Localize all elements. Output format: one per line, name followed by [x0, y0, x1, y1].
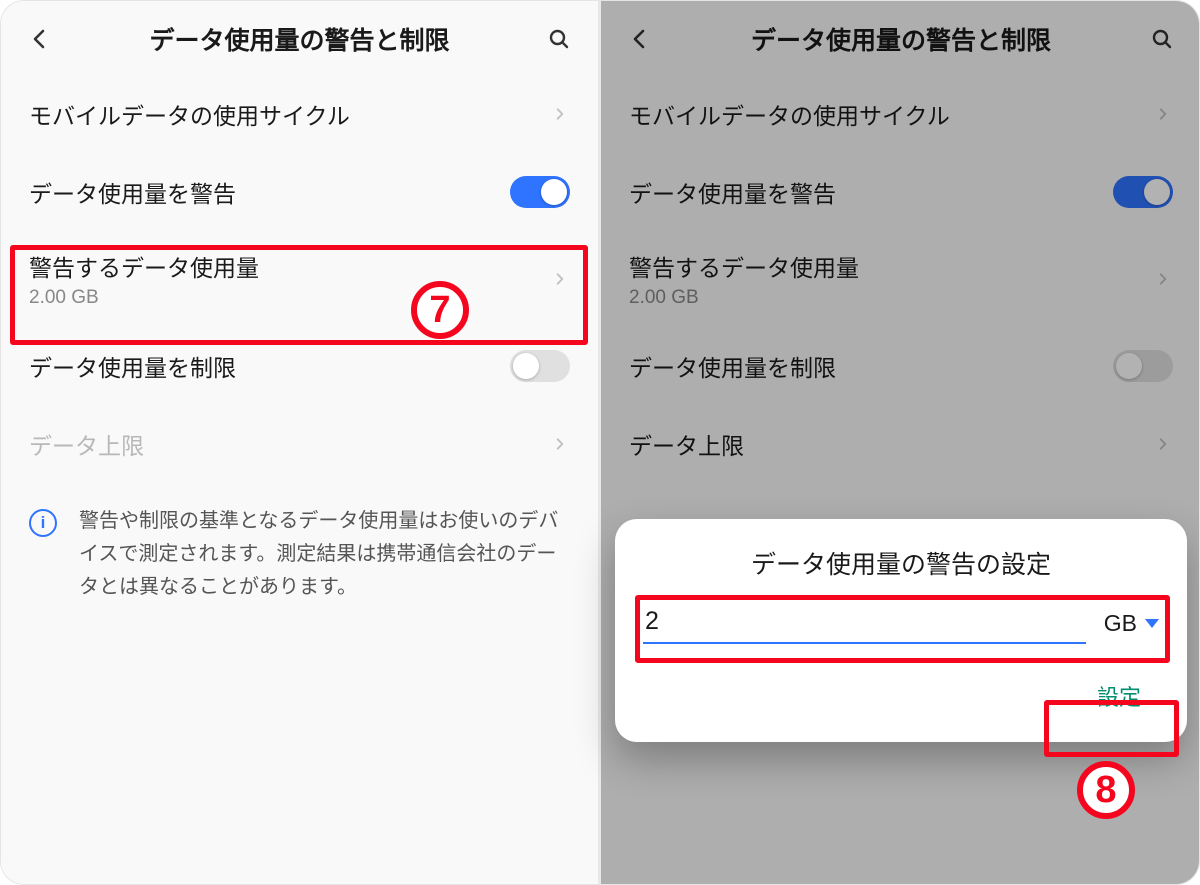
highlight-box-7 [10, 245, 588, 345]
search-icon[interactable] [542, 22, 576, 56]
dialog-title: データ使用量の警告の設定 [643, 545, 1159, 581]
row-label: モバイルデータの使用サイクル [29, 97, 550, 131]
highlight-box-set-button [1044, 700, 1179, 757]
toggle-warn[interactable] [510, 176, 570, 208]
callout-circle-8: 8 [1077, 761, 1135, 819]
chevron-right-icon [550, 434, 570, 454]
row-data-cycle[interactable]: モバイルデータの使用サイクル [1, 75, 598, 153]
chevron-right-icon [550, 104, 570, 124]
row-label: データ上限 [29, 427, 550, 461]
row-limit-amount: データ上限 [1, 405, 598, 483]
row-label: データ使用量を警告 [29, 175, 510, 209]
right-pane: データ使用量の警告と制限 モバイルデータの使用サイクル データ使用量を警告 警告… [601, 1, 1200, 885]
header: データ使用量の警告と制限 [1, 1, 598, 71]
highlight-box-input [635, 595, 1170, 663]
info-text: 警告や制限の基準となるデータ使用量はお使いのデバイスで測定されます。測定結果は携… [79, 505, 570, 604]
callout-number: 8 [1095, 769, 1116, 812]
row-label: データ使用量を制限 [29, 349, 510, 383]
row-warn-toggle[interactable]: データ使用量を警告 [1, 153, 598, 231]
toggle-limit[interactable] [510, 350, 570, 382]
page-title: データ使用量の警告と制限 [57, 21, 542, 57]
info-icon: i [29, 509, 57, 537]
left-pane: データ使用量の警告と制限 モバイルデータの使用サイクル データ使用量を警告 [1, 1, 601, 885]
callout-circle-7: 7 [411, 281, 469, 339]
callout-number: 7 [429, 289, 450, 332]
settings-list: モバイルデータの使用サイクル データ使用量を警告 警告するデータ使用量 2.00… [1, 71, 598, 626]
info-row: i 警告や制限の基準となるデータ使用量はお使いのデバイスで測定されます。測定結果… [1, 483, 598, 626]
back-icon[interactable] [23, 22, 57, 56]
